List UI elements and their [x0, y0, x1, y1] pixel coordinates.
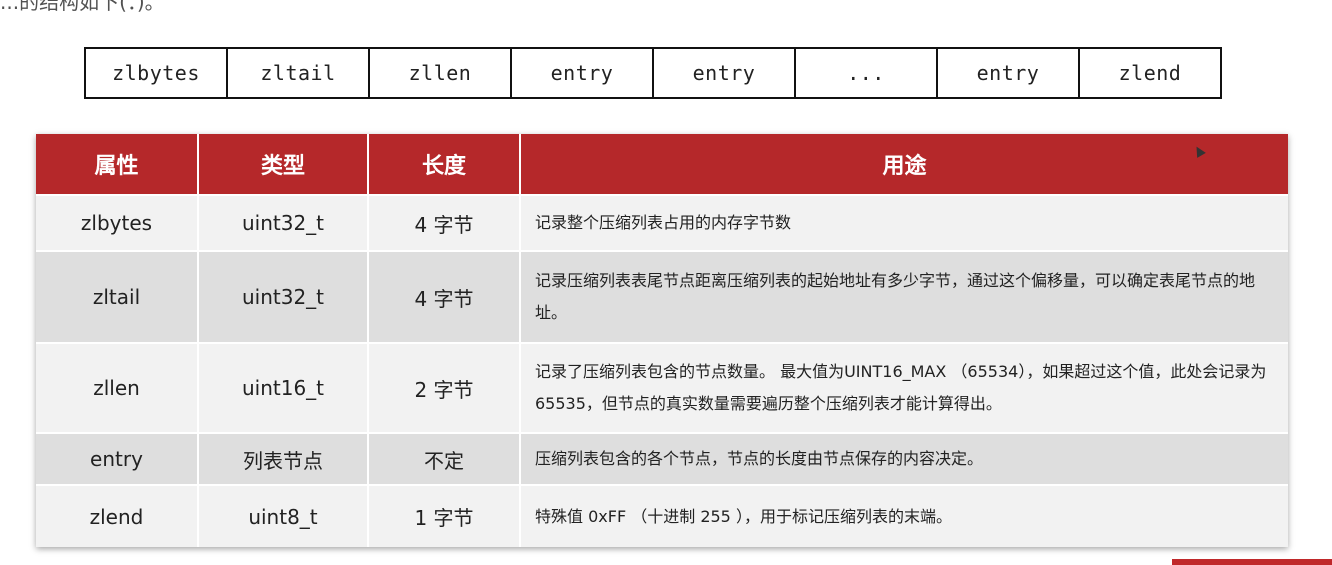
structure-cell-entry: entry	[938, 49, 1080, 97]
cell-purpose: 记录压缩列表表尾节点距离压缩列表的起始地址有多少字节，通过这个偏移量，可以确定表…	[520, 250, 1288, 343]
cell-purpose: 压缩列表包含的各个节点，节点的长度由节点保存的内容决定。	[520, 432, 1288, 485]
cell-length: 4 字节	[368, 250, 521, 343]
cell-type: uint16_t	[198, 342, 369, 433]
cell-purpose: 记录了压缩列表包含的节点数量。 最大值为UINT16_MAX （65534），如…	[520, 342, 1288, 433]
structure-cell-entry: entry	[512, 49, 654, 97]
field-table-wrapper: 属性 类型 长度 用途 zlbytes uint32_t 4 字节 记录整个压缩…	[36, 134, 1288, 547]
structure-cell-zlbytes: zlbytes	[86, 49, 228, 97]
field-table: 属性 类型 长度 用途 zlbytes uint32_t 4 字节 记录整个压缩…	[36, 134, 1288, 547]
cell-length: 1 字节	[368, 484, 521, 547]
header-attribute: 属性	[36, 134, 199, 195]
header-length: 长度	[368, 134, 521, 195]
table-row: zlbytes uint32_t 4 字节 记录整个压缩列表占用的内存字节数	[36, 194, 1288, 251]
header-type: 类型	[198, 134, 369, 195]
cell-attribute: zltail	[36, 250, 199, 343]
table-row: entry 列表节点 不定 压缩列表包含的各个节点，节点的长度由节点保存的内容决…	[36, 432, 1288, 485]
corner-accent-bar	[1172, 559, 1332, 565]
cell-attribute: zllen	[36, 342, 199, 433]
table-row: zlend uint8_t 1 字节 特殊值 0xFF （十进制 255 ），用…	[36, 484, 1288, 547]
cell-attribute: entry	[36, 432, 199, 485]
structure-cell-zlend: zlend	[1118, 61, 1182, 85]
cell-length: 4 字节	[368, 194, 521, 251]
ziplist-structure: zlbytes zltail zllen entry entry ... ent…	[84, 47, 1222, 99]
cell-type: uint32_t	[198, 194, 369, 251]
cell-length: 不定	[368, 432, 521, 485]
cell-type: uint8_t	[198, 484, 369, 547]
cell-attribute: zlend	[36, 484, 199, 547]
structure-cell-entry: entry	[654, 49, 796, 97]
table-row: zllen uint16_t 2 字节 记录了压缩列表包含的节点数量。 最大值为…	[36, 342, 1288, 433]
cell-purpose: 记录整个压缩列表占用的内存字节数	[520, 194, 1288, 251]
structure-cell-zltail: zltail	[228, 49, 370, 97]
cell-type: uint32_t	[198, 250, 369, 343]
slide: ...的结构如下(：)。 zlbytes zltail zllen entry …	[0, 0, 1332, 565]
structure-cell-ellipsis: ...	[796, 49, 938, 97]
cell-attribute: zlbytes	[36, 194, 199, 251]
table-row: zltail uint32_t 4 字节 记录压缩列表表尾节点距离压缩列表的起始…	[36, 250, 1288, 343]
cell-purpose: 特殊值 0xFF （十进制 255 ），用于标记压缩列表的末端。	[520, 484, 1288, 547]
structure-cell-zllen: zllen	[370, 49, 512, 97]
cell-length: 2 字节	[368, 342, 521, 433]
top-caption: ...的结构如下(：)。	[0, 0, 165, 14]
table-header-row: 属性 类型 长度 用途	[36, 134, 1288, 195]
header-purpose: 用途	[520, 134, 1288, 195]
cell-type: 列表节点	[198, 432, 369, 485]
